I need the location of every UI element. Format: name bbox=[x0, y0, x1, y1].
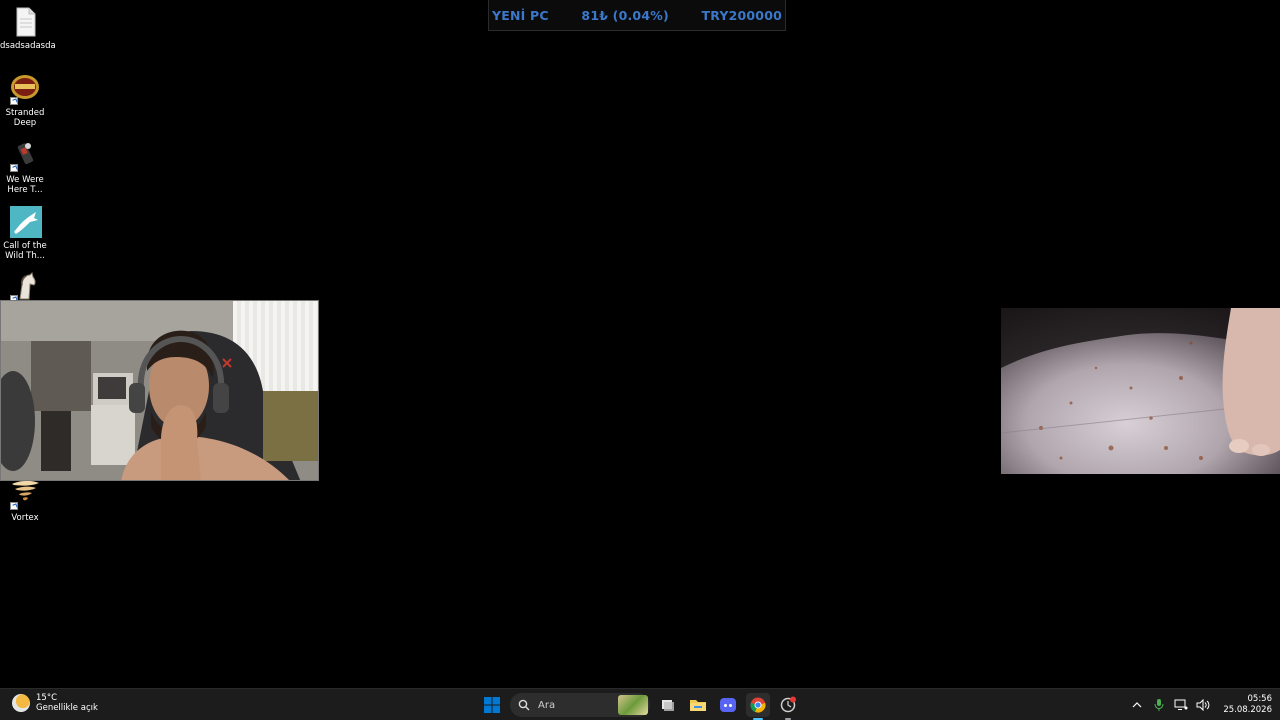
we-were-here-icon bbox=[10, 140, 40, 172]
search-icon bbox=[518, 699, 530, 711]
desktop-icon-label: dsadsadasda bbox=[0, 41, 56, 51]
task-view-icon bbox=[662, 700, 674, 711]
desktop-icon-we-were-here[interactable]: We Were Here T... bbox=[0, 140, 50, 195]
windows-start-icon bbox=[484, 697, 500, 713]
chevron-up-icon bbox=[1132, 702, 1142, 708]
microphone-button[interactable] bbox=[1151, 697, 1167, 713]
search-placeholder: Ara bbox=[538, 699, 556, 711]
discord-icon bbox=[720, 698, 736, 712]
task-view-button[interactable] bbox=[656, 693, 680, 717]
desktop-icon-label: We Were Here T... bbox=[6, 175, 44, 195]
network-button[interactable] bbox=[1173, 697, 1189, 713]
system-tray: 05:56 25.08.2026 bbox=[1129, 693, 1272, 717]
weather-condition: Genellikle açık bbox=[36, 703, 98, 713]
obs-recording-button[interactable] bbox=[776, 693, 800, 720]
chrome-button[interactable] bbox=[746, 693, 770, 720]
clock-date: 25.08.2026 bbox=[1223, 705, 1272, 715]
weather-temp: 15°C bbox=[36, 693, 58, 703]
weather-partly-sunny-icon bbox=[12, 694, 30, 712]
clock[interactable]: 05:56 25.08.2026 bbox=[1223, 694, 1272, 716]
show-hidden-icons-button[interactable] bbox=[1129, 697, 1145, 713]
microphone-icon bbox=[1154, 699, 1164, 711]
desktop-icon-label: Call of the Wild Th... bbox=[3, 241, 47, 261]
network-icon bbox=[1174, 699, 1188, 710]
clock-time: 05:56 bbox=[1247, 694, 1273, 704]
record-icon bbox=[780, 696, 796, 713]
folder-icon bbox=[690, 700, 706, 711]
volume-icon bbox=[1196, 699, 1210, 711]
document-icon bbox=[10, 6, 40, 38]
donation-goal-bar: YENİ PC 81₺ (0.04%) TRY200000 bbox=[488, 0, 786, 31]
chrome-icon bbox=[750, 697, 766, 713]
volume-button[interactable] bbox=[1195, 697, 1211, 713]
desktop-icon-stranded-deep[interactable]: Stranded Deep bbox=[0, 73, 50, 128]
discord-button[interactable] bbox=[716, 693, 740, 717]
taskbar: 15°C Genellikle açık Ara 05:56 25.08.202… bbox=[0, 688, 1280, 720]
desktop-icon-vortex[interactable]: Vortex bbox=[0, 478, 50, 523]
desktop-icon-label: Vortex bbox=[11, 513, 39, 523]
desktop-icon-label: Stranded Deep bbox=[5, 108, 45, 128]
weather-widget[interactable]: 15°C Genellikle açık bbox=[12, 693, 98, 713]
search-highlight-art bbox=[618, 695, 648, 715]
vortex-icon bbox=[10, 478, 40, 510]
start-button[interactable] bbox=[480, 693, 504, 717]
call-of-the-wild-icon bbox=[10, 206, 42, 238]
file-explorer-button[interactable] bbox=[686, 693, 710, 717]
taskbar-search[interactable]: Ara bbox=[510, 693, 650, 717]
desktop-icon-dsadsadasda[interactable]: dsadsadasda bbox=[0, 6, 56, 51]
stranded-deep-icon bbox=[10, 73, 40, 105]
goal-current: 81₺ (0.04%) bbox=[581, 7, 669, 23]
face-cam-feed bbox=[0, 300, 319, 481]
floor-cam-feed bbox=[1001, 308, 1280, 474]
horse-game-icon bbox=[10, 271, 40, 303]
desktop-icon-call-of-the-wild[interactable]: Call of the Wild Th... bbox=[0, 206, 50, 261]
goal-title: YENİ PC bbox=[492, 7, 549, 23]
goal-target: TRY200000 bbox=[701, 7, 782, 23]
